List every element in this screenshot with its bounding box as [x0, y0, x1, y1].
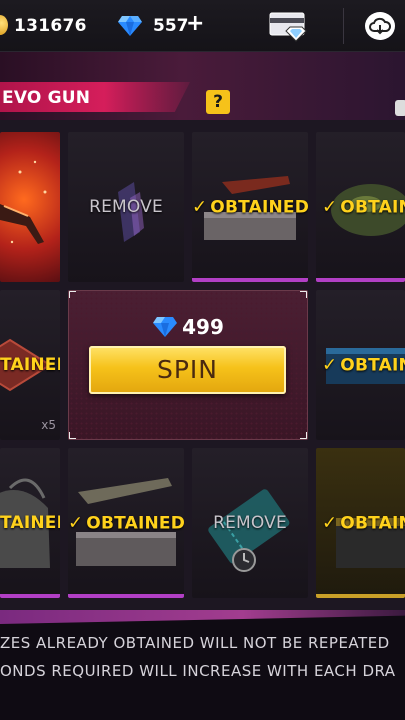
remove-label: REMOVE: [89, 197, 163, 217]
prize-cell-obtained-3[interactable]: TAINED x5: [0, 290, 60, 440]
frame-corner: [300, 432, 307, 439]
spin-button[interactable]: SPIN: [89, 346, 286, 394]
rule-line-1: ZES ALREADY OBTAINED WILL NOT BE REPEATE…: [0, 634, 390, 652]
remove-label: REMOVE: [213, 513, 287, 533]
check-icon: ✓: [322, 196, 338, 218]
check-icon: ✓: [192, 196, 208, 218]
event-banner: EVO GUN ?: [0, 52, 405, 127]
cloud-download-icon: [369, 17, 391, 35]
obtained-label: ✓OBTAIN: [322, 512, 405, 534]
frame-corner: [300, 291, 307, 298]
prize-cell-obtained-5[interactable]: TAINED: [0, 448, 60, 598]
cloud-download-button[interactable]: [365, 12, 395, 40]
prize-cell-remove-1[interactable]: REMOVE: [68, 132, 184, 282]
help-button[interactable]: ?: [206, 90, 230, 114]
diamond-icon: [118, 16, 142, 36]
obtained-label: ✓OBTAIN: [322, 196, 405, 218]
evo-gun-icon: [0, 160, 47, 244]
frame-corner: [69, 291, 76, 298]
prize-cell-obtained-7[interactable]: ✓OBTAIN: [316, 448, 405, 598]
obtained-label: TAINED: [0, 513, 60, 533]
footer-stripe: [0, 610, 405, 624]
diamond-icon: [153, 317, 178, 337]
add-diamonds-button[interactable]: +: [186, 12, 204, 36]
coin-icon: [0, 15, 8, 35]
event-title: EVO GUN: [2, 88, 91, 108]
side-tab[interactable]: [395, 100, 405, 116]
check-icon: ✓: [68, 512, 84, 534]
item-quantity: x5: [41, 418, 56, 432]
obtained-label: TAINED: [0, 355, 60, 375]
prize-cell-weapon[interactable]: [0, 132, 60, 282]
prize-cell-obtained-4[interactable]: ✓OBTAIN: [316, 290, 405, 440]
prize-cell-remove-2[interactable]: REMOVE: [192, 448, 308, 598]
prize-cell-obtained-1[interactable]: ✓ OBTAINED: [192, 132, 308, 282]
diamond-balance: 557: [153, 16, 189, 36]
elite-card-icon[interactable]: [268, 9, 310, 43]
rule-line-2: ONDS REQUIRED WILL INCREASE WITH EACH DR…: [0, 662, 396, 680]
top-bar-divider: [343, 8, 344, 44]
rules-footer: ZES ALREADY OBTAINED WILL NOT BE REPEATE…: [0, 610, 405, 720]
prize-cell-obtained-6[interactable]: ✓ OBTAINED: [68, 448, 184, 598]
obtained-label: ✓OBTAIN: [322, 354, 405, 376]
prize-cell-obtained-2[interactable]: ✓OBTAIN: [316, 132, 405, 282]
check-icon: ✓: [322, 354, 338, 376]
spin-price-value: 499: [182, 315, 224, 339]
obtained-label: ✓ OBTAINED: [192, 196, 308, 218]
spin-panel: 499 SPIN: [68, 290, 308, 440]
coin-balance: 131676: [14, 16, 87, 36]
prize-grid: REMOVE ✓OBTAINED ✓OBTAIN TAINED x5: [0, 120, 405, 610]
frame-corner: [69, 432, 76, 439]
obtained-label: ✓ OBTAINED: [68, 512, 184, 534]
check-icon: ✓: [322, 512, 338, 534]
spin-price: 499: [69, 315, 307, 339]
top-bar: 131676 557 +: [0, 0, 405, 52]
